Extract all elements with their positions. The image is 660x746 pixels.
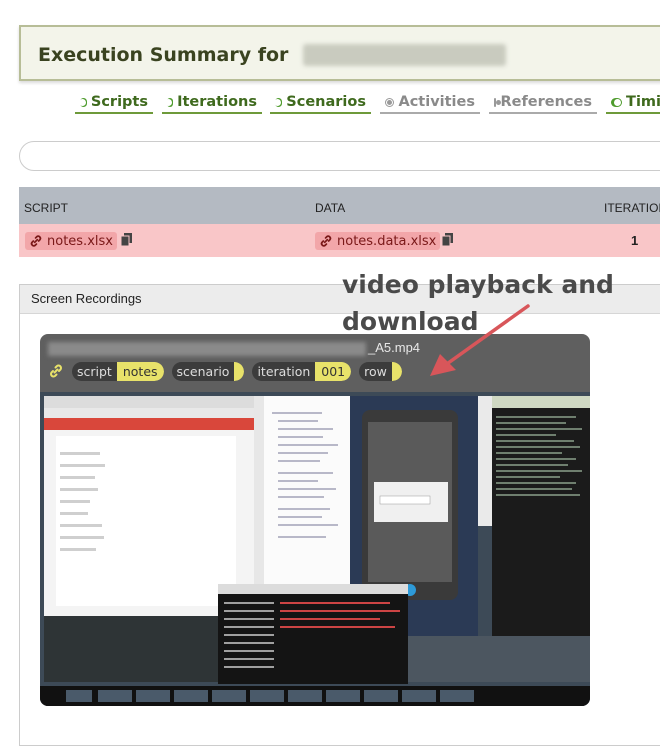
video-tags: script notes scenario iteration 001 row xyxy=(48,361,402,381)
tag-script: script notes xyxy=(72,361,164,381)
redacted-run-id: 20211010_083629 xyxy=(303,44,506,66)
toggle-off-icon xyxy=(385,97,395,107)
toggle-on-icon xyxy=(78,97,87,107)
link-icon[interactable] xyxy=(48,363,64,379)
table-row: notes.xlsx notes.data.xlsx 1 xyxy=(19,224,660,257)
annotation-arrow-icon xyxy=(430,304,530,376)
tab-timing[interactable]: Timi xyxy=(606,92,660,114)
col-data: DATA xyxy=(315,201,346,215)
tag-row: row xyxy=(359,361,402,381)
table-header: SCRIPT DATA ITERATION xyxy=(19,187,660,224)
iteration-value: 1 xyxy=(631,233,639,248)
video-player[interactable]: _A5.mp4 script notes scenario iteration 00… xyxy=(40,334,590,706)
tag-iteration: iteration 001 xyxy=(252,361,352,381)
data-link[interactable]: notes.data.xlsx xyxy=(315,232,441,250)
toggle-on-icon xyxy=(274,97,283,107)
tag-scenario: scenario xyxy=(171,361,245,381)
toggle-on-icon xyxy=(165,97,174,107)
video-filename: _A5.mp4 xyxy=(48,340,420,356)
link-icon xyxy=(320,235,332,247)
tab-iterations[interactable]: Iterations xyxy=(162,92,262,114)
tab-scenarios[interactable]: Scenarios xyxy=(270,92,371,114)
script-link[interactable]: notes.xlsx xyxy=(25,232,117,250)
page-title: Execution Summary for 20211010_083629 xyxy=(38,44,506,66)
video-frame[interactable] xyxy=(40,392,590,706)
redacted-filename xyxy=(48,341,366,356)
copy-icon[interactable] xyxy=(121,233,132,246)
link-icon xyxy=(30,235,42,247)
summary-header: Execution Summary for 20211010_083629 xyxy=(19,25,660,81)
col-script: SCRIPT xyxy=(24,201,69,215)
col-iteration: ITERATION xyxy=(604,201,660,215)
toggle-on-icon xyxy=(611,97,623,107)
toggle-off-icon xyxy=(494,97,503,107)
tab-references[interactable]: References xyxy=(489,92,597,114)
copy-icon[interactable] xyxy=(442,233,453,246)
tab-scripts[interactable]: Scripts xyxy=(75,92,153,114)
search-input[interactable] xyxy=(19,141,660,171)
tab-activities[interactable]: Activities xyxy=(380,92,480,114)
